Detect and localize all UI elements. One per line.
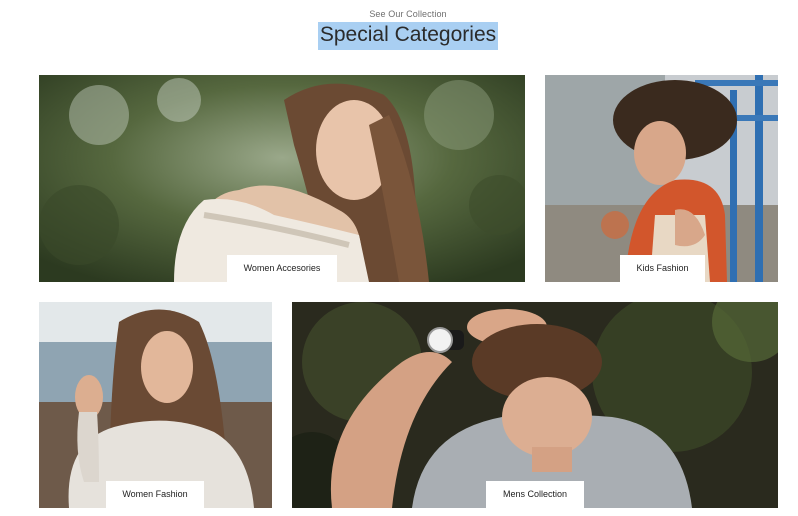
mens-collection-photo [292, 302, 778, 508]
section-title: Special Categories [317, 22, 499, 50]
category-label-women-accesories[interactable]: Women Accesories [227, 255, 337, 282]
category-tile-women-accesories[interactable]: Women Accesories [39, 75, 525, 282]
kids-fashion-photo [545, 75, 778, 282]
section-eyebrow: See Our Collection [369, 9, 447, 19]
category-tile-women-fashion[interactable]: Women Fashion [39, 302, 272, 508]
category-label-mens-collection[interactable]: Mens Collection [486, 481, 584, 508]
category-tile-kids-fashion[interactable]: Kids Fashion [545, 75, 778, 282]
category-label-kids-fashion[interactable]: Kids Fashion [620, 255, 705, 282]
women-accesories-photo [39, 75, 525, 282]
category-label-women-fashion[interactable]: Women Fashion [106, 481, 204, 508]
women-fashion-photo [39, 302, 272, 508]
category-tile-mens-collection[interactable]: Mens Collection [292, 302, 778, 508]
